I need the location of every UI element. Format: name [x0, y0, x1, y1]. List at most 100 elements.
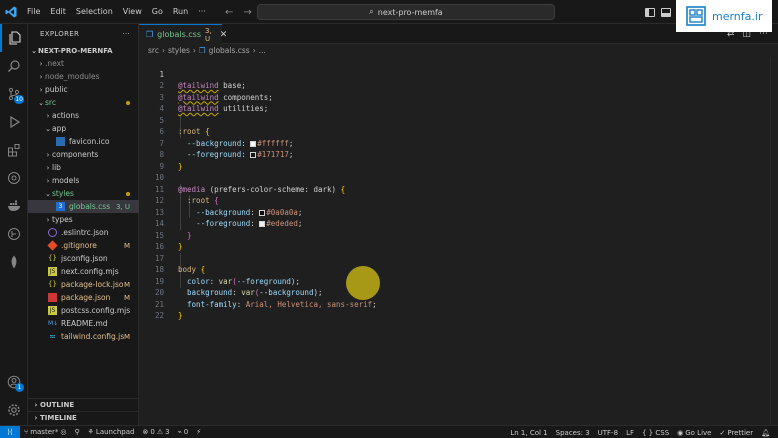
breadcrumb-file[interactable]: globals.css [209, 46, 250, 55]
gitlens-icon[interactable] [0, 220, 28, 248]
prettier-label: Prettier [727, 428, 754, 437]
tree-item-node-modules[interactable]: › node_modules [28, 70, 139, 83]
tree-item-package-lock[interactable]: {} package-lock.json M [28, 278, 139, 291]
image-file-icon [56, 137, 65, 146]
tree-item-label: README.md [61, 319, 108, 328]
chevron-right-icon: › [46, 163, 50, 172]
ports-count: 0 [183, 428, 189, 436]
close-icon[interactable]: ✕ [220, 30, 228, 40]
tree-item-label: components [52, 150, 99, 159]
chevron-right-icon: › [46, 111, 50, 120]
breadcrumb-src[interactable]: src [148, 46, 159, 55]
ports-indicator[interactable]: ⌁ 0 [174, 428, 193, 436]
tree-item-lib[interactable]: › lib [28, 161, 139, 174]
git-file-icon [47, 240, 58, 251]
file-status: M [123, 293, 130, 302]
forward-arrow-icon[interactable]: → [243, 7, 251, 18]
tree-item-package-json[interactable]: package.json M [28, 291, 139, 304]
code-editor[interactable]: 1 @tailwind base; 2 @tailwind components… [139, 57, 778, 425]
run-debug-icon[interactable] [0, 108, 28, 136]
extensions-icon[interactable] [0, 136, 28, 164]
code-line: 12 --background: #0a0a0a; [139, 184, 769, 217]
tree-item-label: actions [52, 111, 79, 120]
tree-item-label: jsconfig.json [61, 254, 108, 263]
launchpad-icon: ⚘ [87, 428, 94, 436]
nav-arrows: ← → [225, 0, 252, 24]
tree-item-next[interactable]: › .next [28, 57, 139, 70]
indentation[interactable]: Spaces: 3 [552, 429, 594, 437]
back-arrow-icon[interactable]: ← [225, 7, 233, 18]
menu-edit[interactable]: Edit [45, 0, 71, 24]
tree-item-public[interactable]: › public [28, 83, 139, 96]
line-ending[interactable]: LF [622, 429, 638, 437]
tree-item-postcss-config[interactable]: JS postcss.config.mjs [28, 304, 139, 317]
settings-gear-icon[interactable] [0, 396, 28, 424]
breadcrumb-symbol[interactable]: ... [259, 46, 266, 55]
notifications-bell-icon[interactable]: 🔔︎ [757, 429, 774, 437]
check-icon: ✓ [719, 428, 726, 437]
menu-run[interactable]: Run [168, 0, 193, 24]
launchpad-button[interactable]: ⚘ Launchpad [84, 428, 139, 436]
editor-scrollbar[interactable] [770, 57, 778, 425]
line-number: 22 [154, 311, 164, 320]
tree-item-label: lib [52, 163, 61, 172]
tree-item-actions[interactable]: › actions [28, 109, 139, 122]
rocket-icon: ⚡ [196, 428, 202, 436]
tree-item-types[interactable]: › types [28, 213, 139, 226]
menu-view[interactable]: View [118, 0, 147, 24]
code-line: 20 font-family: Arial, Helvetica, sans-s… [139, 276, 769, 309]
explorer-more-icon[interactable]: ··· [122, 30, 130, 38]
tree-item-favicon[interactable]: favicon.ico [28, 135, 139, 148]
menu-selection[interactable]: Selection [71, 0, 118, 24]
problems-indicator[interactable]: ⊗ 0 ⚠ 3 [138, 428, 173, 436]
file-status: 3, U [115, 202, 130, 211]
remote-indicator-icon[interactable]: ⟩⟨ [0, 425, 20, 438]
rocket-button[interactable]: ⚡ [192, 428, 205, 436]
explorer-icon[interactable] [0, 24, 28, 52]
docker-icon[interactable] [0, 192, 28, 220]
menu-bar: File Edit Selection View Go Run ··· [22, 0, 211, 24]
tree-item-tailwind-config[interactable]: ≈ tailwind.config.js M [28, 330, 139, 343]
explorer-root-folder[interactable]: ⌄ NEXT-PRO-MERNFA [28, 44, 139, 57]
explorer-header: EXPLORER ··· [28, 24, 138, 44]
language-mode[interactable]: { } CSS [638, 429, 673, 437]
remote-explorer-icon[interactable] [0, 164, 28, 192]
tree-item-next-config[interactable]: JS next.config.mjs [28, 265, 139, 278]
code-line: 3 @tailwind utilities; [139, 80, 769, 114]
search-view-icon[interactable] [0, 52, 28, 80]
toggle-sidebar-icon[interactable] [645, 7, 655, 17]
source-control-icon[interactable]: 10 [0, 80, 28, 108]
code-line: 2 @tailwind components; [139, 69, 769, 102]
git-graph-button[interactable]: ⚲ [71, 428, 84, 436]
breadcrumb-styles[interactable]: styles [168, 46, 190, 55]
mongodb-icon[interactable] [0, 248, 28, 276]
go-live-button[interactable]: ◉ Go Live [673, 429, 715, 437]
tab-globals-css[interactable]: ❒ globals.css 3, U ✕ [139, 24, 227, 44]
chevron-right-icon: › [39, 72, 43, 81]
accounts-badge: 1 [15, 383, 24, 392]
timeline-section[interactable]: › TIMELINE [28, 411, 139, 424]
tree-item-models[interactable]: › models [28, 174, 139, 187]
menu-file[interactable]: File [22, 0, 45, 24]
toggle-panel-icon[interactable] [661, 7, 671, 17]
tree-item-eslintrc[interactable]: .eslintrc.json [28, 226, 139, 239]
file-status: M [123, 332, 130, 341]
branch-indicator[interactable]: ⑂ master* ◎ [20, 428, 71, 436]
outline-section[interactable]: › OUTLINE [28, 398, 139, 411]
chevron-right-icon: › [34, 414, 38, 422]
tree-item-app[interactable]: ⌄ app [28, 122, 139, 135]
tree-item-src[interactable]: ⌄ src [28, 96, 139, 109]
tree-item-jsconfig[interactable]: {} jsconfig.json [28, 252, 139, 265]
tree-item-styles[interactable]: ⌄ styles [28, 187, 139, 200]
accounts-icon[interactable]: 1 [0, 368, 28, 396]
tree-item-globals-css[interactable]: 3 globals.css 3, U [28, 200, 139, 213]
tree-item-components[interactable]: › components [28, 148, 139, 161]
menu-go[interactable]: Go [147, 0, 168, 24]
command-center-search[interactable]: ⌕ next-pro-memfa [257, 4, 555, 20]
tree-item-gitignore[interactable]: .gitignore M [28, 239, 139, 252]
prettier-button[interactable]: ✓ Prettier [715, 429, 757, 437]
encoding[interactable]: UTF-8 [594, 429, 622, 437]
cursor-position[interactable]: Ln 1, Col 1 [506, 429, 551, 437]
menu-more[interactable]: ··· [193, 0, 211, 24]
tree-item-readme[interactable]: M↓ README.md [28, 317, 139, 330]
